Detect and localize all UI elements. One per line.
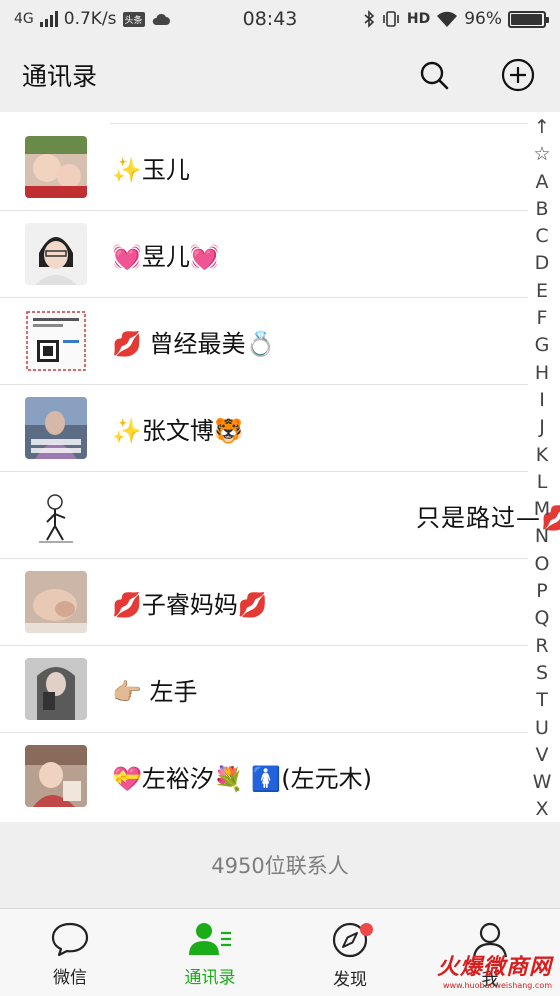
signal-icon: [39, 11, 58, 27]
contact-name: 💋子睿妈妈💋: [112, 590, 268, 619]
index-letter[interactable]: J: [539, 414, 545, 441]
chat-bubble-icon: [51, 922, 89, 957]
index-letter[interactable]: I: [539, 387, 545, 414]
index-letter[interactable]: X: [535, 796, 548, 823]
add-button[interactable]: [498, 55, 538, 95]
contacts-icon: [189, 923, 231, 955]
index-letter[interactable]: Q: [535, 605, 550, 632]
tab-contacts[interactable]: 通讯录: [140, 909, 280, 996]
status-left: 4G 0.7K/s 头条: [14, 9, 224, 29]
tab-label: 发现: [333, 970, 367, 990]
contact-count: 4950位联系人: [0, 822, 560, 908]
status-bar: 4G 0.7K/s 头条 08:43 HD 96%: [0, 0, 560, 38]
watermark-text: 火爆微商网: [436, 955, 552, 980]
contact-name: ✨玉儿: [112, 155, 190, 184]
page-title: 通讯录: [22, 62, 98, 91]
contact-list: ✨玉儿 💓昱儿💓 💋 曾经最美💍 ✨张文博🐯 只是路过—💋 💋子睿妈妈💋 👉🏼 …: [0, 112, 560, 820]
avatar: [25, 397, 87, 459]
plus-circle-icon: [501, 58, 535, 92]
index-letter[interactable]: ☆: [533, 141, 550, 168]
list-top-divider: [110, 112, 528, 124]
index-letter[interactable]: M: [534, 496, 550, 523]
cloud-icon: [152, 13, 170, 25]
index-letter[interactable]: E: [536, 278, 548, 305]
contact-name: 💓昱儿💓: [112, 242, 220, 271]
search-icon: [420, 61, 449, 90]
index-letter[interactable]: C: [535, 223, 548, 250]
index-letter[interactable]: R: [535, 633, 548, 660]
index-letter[interactable]: V: [536, 742, 549, 769]
hd-indicator: HD: [406, 11, 431, 27]
index-letter[interactable]: K: [536, 442, 548, 469]
contact-name: ✨张文博🐯: [112, 416, 244, 445]
contact-row[interactable]: 💓昱儿💓: [0, 211, 528, 298]
avatar: [25, 484, 87, 546]
index-letter[interactable]: U: [535, 715, 549, 742]
index-letter[interactable]: T: [536, 687, 548, 714]
tab-label: 微信: [53, 968, 87, 988]
status-right: HD 96%: [316, 9, 549, 29]
index-letter[interactable]: O: [535, 551, 550, 578]
contact-row[interactable]: 👉🏼 左手: [0, 646, 528, 733]
avatar: [25, 658, 87, 720]
index-letter[interactable]: S: [536, 660, 548, 687]
contact-name: 👉🏼 左手: [112, 677, 198, 706]
contacts-screen: 4G 0.7K/s 头条 08:43 HD 96% 通讯录 ✨玉儿 💓昱儿💓 💋…: [0, 0, 560, 996]
contact-row[interactable]: ✨玉儿: [0, 124, 528, 211]
avatar: [25, 310, 87, 372]
contact-row[interactable]: 只是路过—💋: [0, 472, 560, 559]
index-letter[interactable]: ↑: [534, 114, 550, 141]
battery-percent: 96%: [464, 9, 502, 29]
wifi-icon: [437, 11, 458, 27]
alphabet-index-bar[interactable]: ↑☆ABCDEFGHIJKLMNOPQRSTUVWXYZ#: [530, 114, 554, 906]
contact-row[interactable]: 💝左裕汐💐 🚺(左元木): [0, 733, 528, 820]
index-letter[interactable]: D: [535, 250, 550, 277]
watermark-url: www.huobaoweishang.com: [443, 981, 552, 990]
toutiao-notification-icon: 头条: [122, 11, 145, 27]
tab-discover[interactable]: 发现: [280, 909, 420, 996]
index-letter[interactable]: H: [535, 360, 549, 387]
watermark-logo: 火爆微商网 www.huobaoweishang.com: [437, 949, 552, 990]
notification-dot: [360, 923, 373, 936]
network-type: 4G: [14, 11, 34, 27]
search-button[interactable]: [414, 55, 454, 95]
index-letter[interactable]: P: [536, 578, 547, 605]
index-letter[interactable]: G: [535, 332, 550, 359]
contact-name: 💝左裕汐💐 🚺(左元木): [112, 765, 373, 793]
avatar: [25, 223, 87, 285]
index-letter[interactable]: W: [533, 769, 552, 796]
vibrate-icon: [383, 11, 399, 27]
index-letter[interactable]: B: [535, 196, 548, 223]
contact-row[interactable]: ✨张文博🐯: [0, 385, 528, 472]
avatar: [25, 571, 87, 633]
clock: 08:43: [242, 8, 298, 30]
contact-name: 💋 曾经最美💍: [112, 329, 276, 358]
bluetooth-icon: [364, 10, 375, 28]
bottom-tab-bar: 微信 通讯录 发现 我 火爆微商网 www.huobaoweishang.com: [0, 908, 560, 996]
index-letter[interactable]: F: [537, 305, 548, 332]
index-letter[interactable]: A: [536, 169, 549, 196]
tab-label: 通讯录: [184, 968, 236, 988]
index-letter[interactable]: N: [535, 523, 549, 550]
contact-row[interactable]: 💋子睿妈妈💋: [0, 559, 528, 646]
contact-row[interactable]: 💋 曾经最美💍: [0, 298, 528, 385]
avatar: [25, 136, 87, 198]
avatar: [25, 745, 87, 807]
tab-chats[interactable]: 微信: [0, 909, 140, 996]
header: 通讯录: [0, 38, 560, 112]
network-speed: 0.7K/s: [63, 9, 117, 29]
battery-icon: [508, 10, 549, 28]
index-letter[interactable]: L: [537, 469, 548, 496]
